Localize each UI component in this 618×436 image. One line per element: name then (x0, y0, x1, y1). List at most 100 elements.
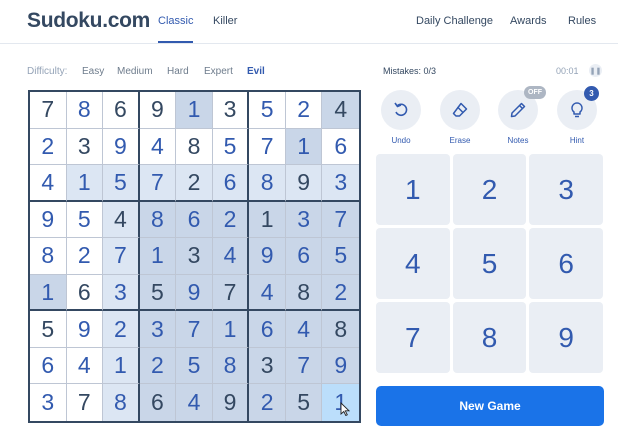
board-cell-r1c7[interactable]: 5 (249, 92, 286, 129)
board-cell-r3c7[interactable]: 8 (249, 165, 286, 202)
board-cell-r8c9[interactable]: 9 (322, 347, 359, 385)
board-cell-r7c7[interactable]: 6 (249, 311, 286, 348)
board-cell-r7c2[interactable]: 9 (66, 311, 104, 348)
board-cell-r1c5[interactable]: 1 (176, 92, 213, 129)
board-cell-r3c2[interactable]: 1 (66, 165, 104, 202)
difficulty-evil[interactable]: Evil (247, 66, 265, 77)
board-cell-r5c9[interactable]: 5 (322, 238, 359, 275)
difficulty-easy[interactable]: Easy (82, 66, 104, 77)
numpad-key-8[interactable]: 8 (452, 302, 527, 373)
board-cell-r3c5[interactable]: 2 (176, 165, 213, 202)
numpad-key-7[interactable]: 7 (376, 302, 450, 373)
board-cell-r6c4[interactable]: 5 (139, 274, 177, 312)
difficulty-hard[interactable]: Hard (167, 66, 189, 77)
board-cell-r5c2[interactable]: 2 (66, 238, 104, 275)
board-cell-r2c9[interactable]: 6 (322, 129, 359, 166)
board-cell-r7c5[interactable]: 7 (176, 311, 213, 348)
new-game-button[interactable]: New Game (376, 386, 604, 426)
numpad-key-4[interactable]: 4 (376, 228, 450, 299)
nav-daily-challenge[interactable]: Daily Challenge (416, 15, 493, 27)
board-cell-r8c5[interactable]: 5 (176, 347, 213, 385)
board-cell-r6c5[interactable]: 9 (176, 274, 213, 312)
numpad-key-3[interactable]: 3 (529, 154, 603, 225)
board-cell-r8c1[interactable]: 6 (30, 347, 67, 385)
undo-button[interactable] (381, 90, 421, 130)
board-cell-r1c8[interactable]: 2 (285, 92, 323, 129)
board-cell-r8c2[interactable]: 4 (66, 347, 104, 385)
board-cell-r6c6[interactable]: 7 (212, 274, 250, 312)
numpad-key-9[interactable]: 9 (529, 302, 603, 373)
board-cell-r5c3[interactable]: 7 (103, 238, 140, 275)
board-cell-r3c6[interactable]: 6 (212, 165, 250, 202)
board-cell-r2c2[interactable]: 3 (66, 128, 104, 166)
board-cell-r4c9[interactable]: 7 (322, 201, 359, 239)
board-cell-r6c8[interactable]: 8 (285, 274, 323, 312)
board-cell-r8c3[interactable]: 1 (103, 347, 140, 385)
numpad-key-6[interactable]: 6 (529, 228, 603, 299)
board-cell-r1c9[interactable]: 4 (322, 92, 359, 129)
board-cell-r9c8[interactable]: 5 (285, 384, 323, 421)
numpad-key-2[interactable]: 2 (452, 154, 527, 225)
tab-classic[interactable]: Classic (158, 15, 193, 27)
site-logo[interactable]: Sudoku.com (27, 9, 150, 33)
board-cell-r3c8[interactable]: 9 (285, 165, 323, 202)
board-cell-r9c4[interactable]: 6 (139, 384, 177, 421)
board-cell-r5c6[interactable]: 4 (212, 238, 250, 275)
board-cell-r5c4[interactable]: 1 (139, 238, 177, 275)
tab-killer[interactable]: Killer (213, 15, 237, 27)
board-cell-r8c4[interactable]: 2 (139, 347, 177, 385)
pause-button[interactable]: ❚❚ (589, 64, 602, 77)
board-cell-r9c6[interactable]: 9 (212, 384, 250, 421)
board-cell-r1c3[interactable]: 6 (103, 92, 140, 129)
board-cell-r5c1[interactable]: 8 (30, 238, 67, 275)
board-cell-r6c2[interactable]: 6 (66, 274, 104, 312)
board-cell-r5c7[interactable]: 9 (249, 238, 286, 275)
board-cell-r4c2[interactable]: 5 (66, 201, 104, 239)
board-cell-r1c2[interactable]: 8 (66, 92, 104, 129)
board-cell-r4c8[interactable]: 3 (285, 201, 323, 239)
board-cell-r8c6[interactable]: 8 (212, 347, 250, 385)
board-cell-r7c8[interactable]: 4 (285, 311, 323, 348)
board-cell-r4c7[interactable]: 1 (249, 201, 286, 239)
board-cell-r2c6[interactable]: 5 (212, 128, 250, 166)
board-cell-r7c1[interactable]: 5 (30, 311, 67, 348)
board-cell-r3c3[interactable]: 5 (103, 165, 140, 202)
board-cell-r6c3[interactable]: 3 (103, 274, 140, 312)
nav-rules[interactable]: Rules (568, 15, 596, 27)
numpad-key-5[interactable]: 5 (452, 228, 527, 299)
difficulty-medium[interactable]: Medium (117, 66, 153, 77)
board-cell-r9c1[interactable]: 3 (30, 384, 67, 421)
difficulty-expert[interactable]: Expert (204, 66, 233, 77)
board-cell-r4c3[interactable]: 4 (103, 201, 140, 239)
board-cell-r2c1[interactable]: 2 (30, 128, 67, 166)
board-cell-r2c5[interactable]: 8 (176, 128, 213, 166)
board-cell-r2c4[interactable]: 4 (139, 128, 177, 166)
erase-button[interactable] (440, 90, 480, 130)
board-cell-r8c8[interactable]: 7 (285, 347, 323, 385)
numpad-key-1[interactable]: 1 (376, 154, 450, 225)
board-cell-r2c3[interactable]: 9 (103, 128, 140, 166)
board-cell-r7c6[interactable]: 1 (212, 311, 250, 348)
board-cell-r1c4[interactable]: 9 (139, 92, 177, 129)
board-cell-r1c6[interactable]: 3 (212, 92, 250, 129)
board-cell-r3c4[interactable]: 7 (139, 165, 177, 202)
board-cell-r2c8[interactable]: 1 (285, 128, 323, 166)
board-cell-r8c7[interactable]: 3 (249, 347, 286, 385)
board-cell-r6c7[interactable]: 4 (249, 274, 286, 312)
board-cell-r7c3[interactable]: 2 (103, 311, 140, 348)
board-cell-r7c9[interactable]: 8 (322, 311, 359, 348)
board-cell-r4c5[interactable]: 6 (176, 201, 213, 239)
board-cell-r1c1[interactable]: 7 (30, 92, 67, 129)
board-cell-r4c1[interactable]: 9 (30, 201, 67, 239)
board-cell-r9c2[interactable]: 7 (67, 384, 104, 421)
nav-awards[interactable]: Awards (510, 15, 546, 27)
board-cell-r3c1[interactable]: 4 (30, 165, 67, 202)
board-cell-r3c9[interactable]: 3 (322, 165, 359, 202)
board-cell-r4c6[interactable]: 2 (212, 201, 250, 239)
board-cell-r5c8[interactable]: 6 (285, 238, 323, 275)
board-cell-r7c4[interactable]: 3 (139, 311, 177, 348)
board-cell-r9c3[interactable]: 8 (103, 384, 140, 421)
board-cell-r9c5[interactable]: 4 (176, 384, 213, 421)
board-cell-r6c9[interactable]: 2 (322, 274, 359, 312)
board-cell-r5c5[interactable]: 3 (176, 238, 213, 275)
